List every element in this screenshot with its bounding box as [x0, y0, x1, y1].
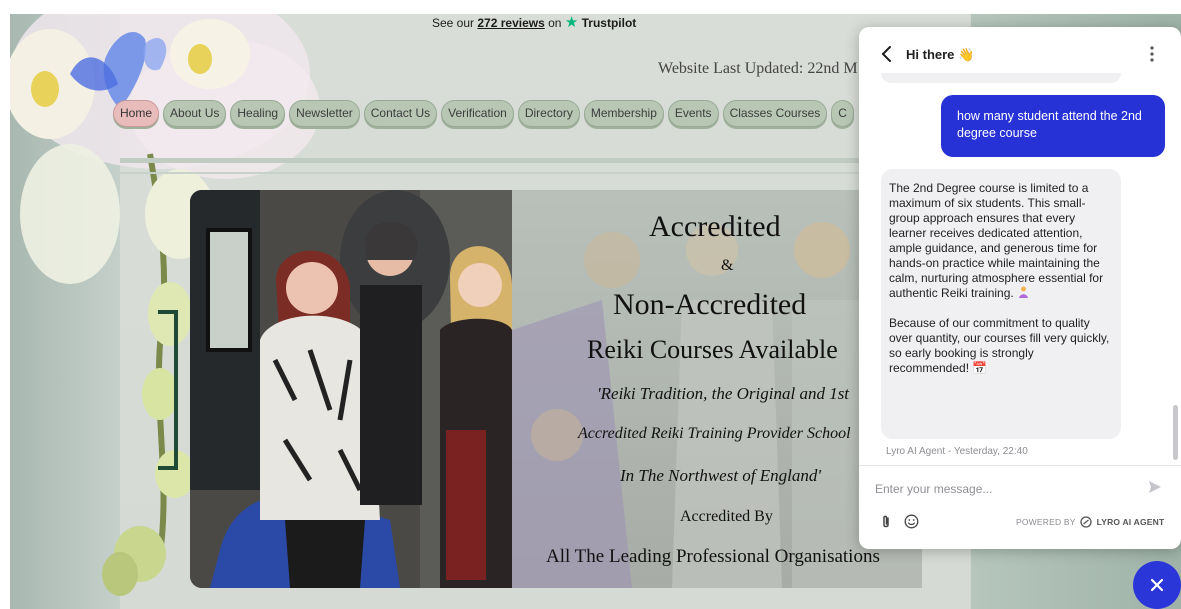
more-options-icon[interactable] [1147, 42, 1157, 66]
powered-by-text: POWERED BY [1016, 517, 1076, 527]
chat-message-input[interactable] [875, 479, 1135, 499]
banner-line-accredited: Accredited [649, 210, 781, 243]
back-chevron-icon[interactable] [879, 44, 895, 64]
chat-title: Hi there 👋 [906, 47, 975, 62]
trustpilot-banner: See our 272 reviews on ★ Trustpilot [432, 13, 636, 31]
trustpilot-star-icon: ★ [564, 14, 579, 31]
nav-contact-us[interactable]: Contact Us [363, 100, 438, 127]
trustpilot-reviews-link[interactable]: 272 reviews [477, 16, 544, 30]
trustpilot-brand: Trustpilot [581, 16, 637, 30]
banner-line-organisations: All The Leading Professional Organisatio… [546, 546, 880, 567]
chat-scrollbar[interactable] [1173, 405, 1178, 460]
send-icon[interactable] [1147, 479, 1163, 495]
trustpilot-on: on [548, 16, 562, 30]
main-nav: Home About Us Healing Newsletter Contact… [113, 100, 854, 127]
group-photo [190, 190, 512, 588]
nav-newsletter[interactable]: Newsletter [289, 100, 360, 127]
chat-widget: Hi there 👋 how many student attend the 2… [859, 27, 1181, 549]
agent-message-bubble: The 2nd Degree course is limited to a ma… [881, 169, 1121, 439]
powered-by-label: POWERED BY LYRO AI AGENT [1016, 516, 1164, 528]
nav-divider [120, 158, 970, 163]
decorative-bracket [158, 310, 178, 470]
nav-directory[interactable]: Directory [517, 100, 580, 127]
agent-message-paragraph-1: The 2nd Degree course is limited to a ma… [889, 181, 1104, 300]
meditation-emoji-icon [1019, 286, 1029, 298]
previous-message-bubble [881, 73, 1121, 83]
close-chat-button[interactable] [1133, 561, 1181, 609]
banner-line-reiki-tradition: 'Reiki Tradition, the Original and 1st [597, 384, 850, 403]
nav-membership[interactable]: Membership [583, 100, 664, 127]
banner-line-ampersand: & [721, 257, 734, 274]
banner-line-non-accredited: Non-Accredited [613, 288, 807, 321]
agent-message-meta: Lyro AI Agent - Yesterday, 22:40 [886, 446, 1028, 457]
banner-line-accredited-by: Accredited By [680, 508, 773, 525]
last-updated-text: Website Last Updated: 22nd M [658, 60, 858, 77]
chat-divider [859, 465, 1181, 466]
nav-home[interactable]: Home [113, 100, 160, 127]
banner-line-northwest: In The Northwest of England' [620, 466, 822, 485]
nav-about-us[interactable]: About Us [163, 100, 227, 127]
nav-verification[interactable]: Verification [441, 100, 514, 127]
nav-healing[interactable]: Healing [230, 100, 286, 127]
lyro-logo-icon [1080, 516, 1092, 528]
trustpilot-prefix: See our [432, 16, 475, 30]
banner-line-training-provider: Accredited Reiki Training Provider Schoo… [578, 425, 851, 442]
calendar-emoji-icon: 📅 [972, 361, 988, 375]
user-message-bubble: how many student attend the 2nd degree c… [941, 95, 1165, 157]
powered-by-brand: LYRO AI AGENT [1096, 517, 1165, 527]
close-icon [1150, 578, 1164, 592]
attachment-paperclip-icon[interactable] [880, 514, 892, 530]
nav-events[interactable]: Events [667, 100, 719, 127]
banner-line-reiki-courses: Reiki Courses Available [587, 335, 838, 364]
emoji-picker-icon[interactable] [904, 514, 919, 529]
nav-more[interactable]: C [831, 100, 854, 127]
nav-classes-courses[interactable]: Classes Courses [722, 100, 828, 127]
agent-message-paragraph-2: Because of our commitment to quality ove… [889, 316, 1110, 375]
nav-divider-thin [120, 172, 970, 174]
